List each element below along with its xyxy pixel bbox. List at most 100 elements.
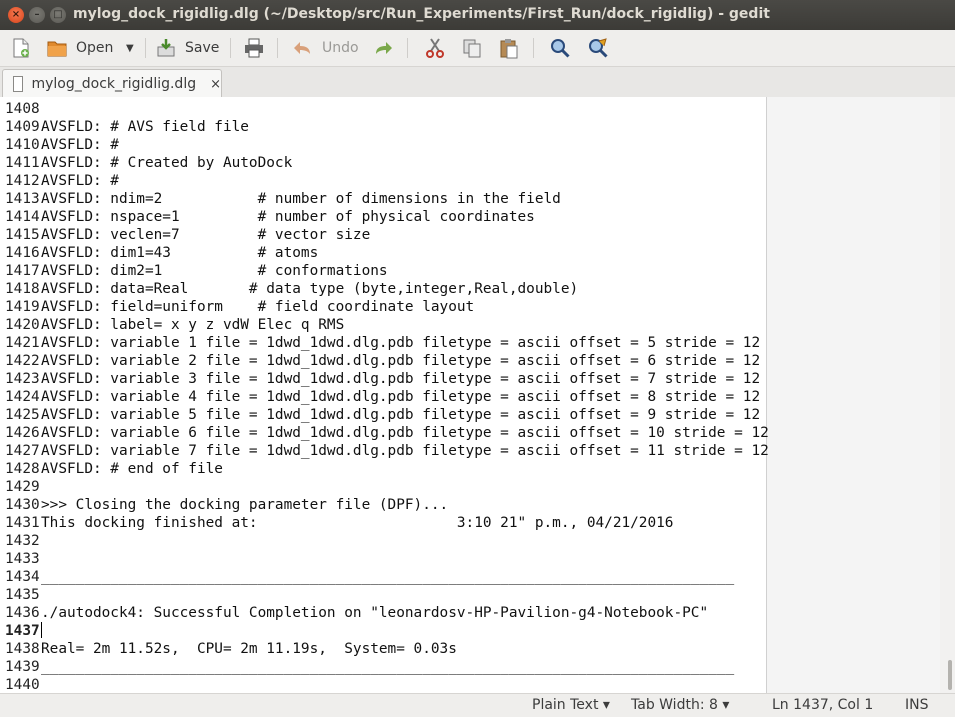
line-number: 1418 (5, 281, 40, 297)
new-document-icon (10, 37, 32, 59)
tab-bar: mylog_dock_rigidlig.dlg × (0, 67, 955, 98)
text-line: 1438Real= 2m 11.52s, CPU= 2m 11.19s, Sys… (5, 640, 769, 658)
text-line: 1436./autodock4: Successful Completion o… (5, 604, 769, 622)
text-line: 1437 (5, 622, 769, 640)
window-title: mylog_dock_rigidlig.dlg (~/Desktop/src/R… (73, 6, 770, 22)
find-button[interactable] (549, 34, 571, 62)
open-button[interactable]: Open (46, 34, 113, 62)
paste-button[interactable] (498, 34, 520, 62)
line-text: AVSFLD: dim1=43 # atoms (41, 245, 319, 261)
line-number: 1433 (5, 551, 40, 567)
line-number: 1423 (5, 371, 40, 387)
scrollbar-thumb[interactable] (948, 660, 952, 690)
text-editor[interactable]: 1408 1409AVSFLD: # AVS field file 1410AVSF… (0, 97, 940, 693)
text-line: 1416AVSFLD: dim1=43 # atoms (5, 244, 769, 262)
minimize-window-button[interactable]: – (29, 7, 45, 23)
print-button[interactable] (243, 34, 265, 62)
title-bar: × – □ mylog_dock_rigidlig.dlg (~/Desktop… (0, 0, 955, 30)
text-line: 1410AVSFLD: # (5, 136, 769, 154)
search-icon (549, 37, 571, 59)
line-number: 1422 (5, 353, 40, 369)
copy-icon (461, 37, 483, 59)
text-line: 1424AVSFLD: variable 4 file = 1dwd_1dwd.… (5, 388, 769, 406)
line-number: 1431 (5, 515, 40, 531)
line-text: AVSFLD: variable 4 file = 1dwd_1dwd.dlg.… (41, 389, 761, 405)
text-line: 1425AVSFLD: variable 5 file = 1dwd_1dwd.… (5, 406, 769, 424)
text-line: 1429 (5, 478, 769, 496)
line-text: AVSFLD: variable 2 file = 1dwd_1dwd.dlg.… (41, 353, 761, 369)
line-text: AVSFLD: data=Real # data type (byte,inte… (41, 281, 579, 297)
line-text: Real= 2m 11.52s, CPU= 2m 11.19s, System=… (41, 641, 457, 657)
maximize-window-button[interactable]: □ (50, 7, 66, 23)
tab-document[interactable]: mylog_dock_rigidlig.dlg × (2, 69, 222, 98)
text-line: 1411AVSFLD: # Created by AutoDock (5, 154, 769, 172)
text-line: 1408 (5, 100, 769, 118)
toolbar-separator (407, 38, 408, 58)
new-document-button[interactable] (10, 34, 32, 62)
line-number: 1417 (5, 263, 40, 279)
text-line: 1426AVSFLD: variable 6 file = 1dwd_1dwd.… (5, 424, 769, 442)
text-line: 1419AVSFLD: field=uniform # field coordi… (5, 298, 769, 316)
line-number: 1429 (5, 479, 40, 495)
vertical-scrollbar[interactable] (940, 97, 955, 693)
right-margin-area (767, 97, 940, 693)
line-number: 1435 (5, 587, 40, 603)
line-number: 1424 (5, 389, 40, 405)
toolbar-separator (145, 38, 146, 58)
text-view[interactable]: 1408 1409AVSFLD: # AVS field file 1410AVSF… (5, 100, 769, 693)
cursor-position: Ln 1437, Col 1 (772, 697, 874, 713)
line-text: AVSFLD: dim2=1 # conformations (41, 263, 388, 279)
text-line: 1420AVSFLD: label= x y z vdW Elec q RMS (5, 316, 769, 334)
save-button[interactable]: Save (155, 34, 219, 62)
line-text: AVSFLD: ndim=2 # number of dimensions in… (41, 191, 561, 207)
text-line: 1409AVSFLD: # AVS field file (5, 118, 769, 136)
line-text: AVSFLD: variable 5 file = 1dwd_1dwd.dlg.… (41, 407, 761, 423)
text-line: 1435 (5, 586, 769, 604)
text-line: 1422AVSFLD: variable 2 file = 1dwd_1dwd.… (5, 352, 769, 370)
save-icon (155, 37, 177, 59)
text-line: 1413AVSFLD: ndim=2 # number of dimension… (5, 190, 769, 208)
line-number: 1437 (5, 623, 40, 639)
text-line: 1440 (5, 676, 769, 693)
line-number: 1409 (5, 119, 40, 135)
undo-button[interactable]: Undo (292, 34, 359, 62)
line-number: 1420 (5, 317, 40, 333)
line-text: AVSFLD: variable 6 file = 1dwd_1dwd.dlg.… (41, 425, 769, 441)
language-selector[interactable]: Plain Text ▾ (532, 697, 610, 713)
tab-width-selector[interactable]: Tab Width: 8 ▾ (631, 697, 729, 713)
line-number: 1419 (5, 299, 40, 315)
line-number: 1428 (5, 461, 40, 477)
line-text: >>> Closing the docking parameter file (… (41, 497, 449, 513)
printer-icon (243, 37, 265, 59)
open-recent-dropdown[interactable]: ▼ (126, 34, 134, 62)
line-text: ________________________________________… (41, 659, 735, 675)
line-text: AVSFLD: veclen=7 # vector size (41, 227, 371, 243)
replace-button[interactable] (587, 34, 609, 62)
line-text: AVSFLD: variable 3 file = 1dwd_1dwd.dlg.… (41, 371, 761, 387)
line-number: 1408 (5, 101, 40, 117)
toolbar-separator (533, 38, 534, 58)
tab-label: mylog_dock_rigidlig.dlg (31, 76, 197, 92)
cut-button[interactable] (424, 34, 446, 62)
clipboard-icon (498, 37, 520, 59)
line-text: AVSFLD: field=uniform # field coordinate… (41, 299, 475, 315)
toolbar: Open ▼ Save Undo (0, 30, 955, 67)
close-window-button[interactable]: × (8, 7, 24, 23)
line-number: 1414 (5, 209, 40, 225)
text-line: 1433 (5, 550, 769, 568)
line-text: AVSFLD: # (41, 137, 119, 153)
text-line: 1417AVSFLD: dim2=1 # conformations (5, 262, 769, 280)
line-text: AVSFLD: variable 7 file = 1dwd_1dwd.dlg.… (41, 443, 769, 459)
line-number: 1436 (5, 605, 40, 621)
document-icon (13, 76, 24, 92)
close-tab-icon[interactable]: × (210, 77, 221, 92)
redo-button[interactable] (372, 34, 394, 62)
line-number: 1410 (5, 137, 40, 153)
line-number: 1427 (5, 443, 40, 459)
text-line: 1415AVSFLD: veclen=7 # vector size (5, 226, 769, 244)
copy-button[interactable] (461, 34, 483, 62)
text-line: 1439____________________________________… (5, 658, 769, 676)
line-number: 1416 (5, 245, 40, 261)
line-text: ________________________________________… (41, 569, 735, 585)
text-line: 1427AVSFLD: variable 7 file = 1dwd_1dwd.… (5, 442, 769, 460)
